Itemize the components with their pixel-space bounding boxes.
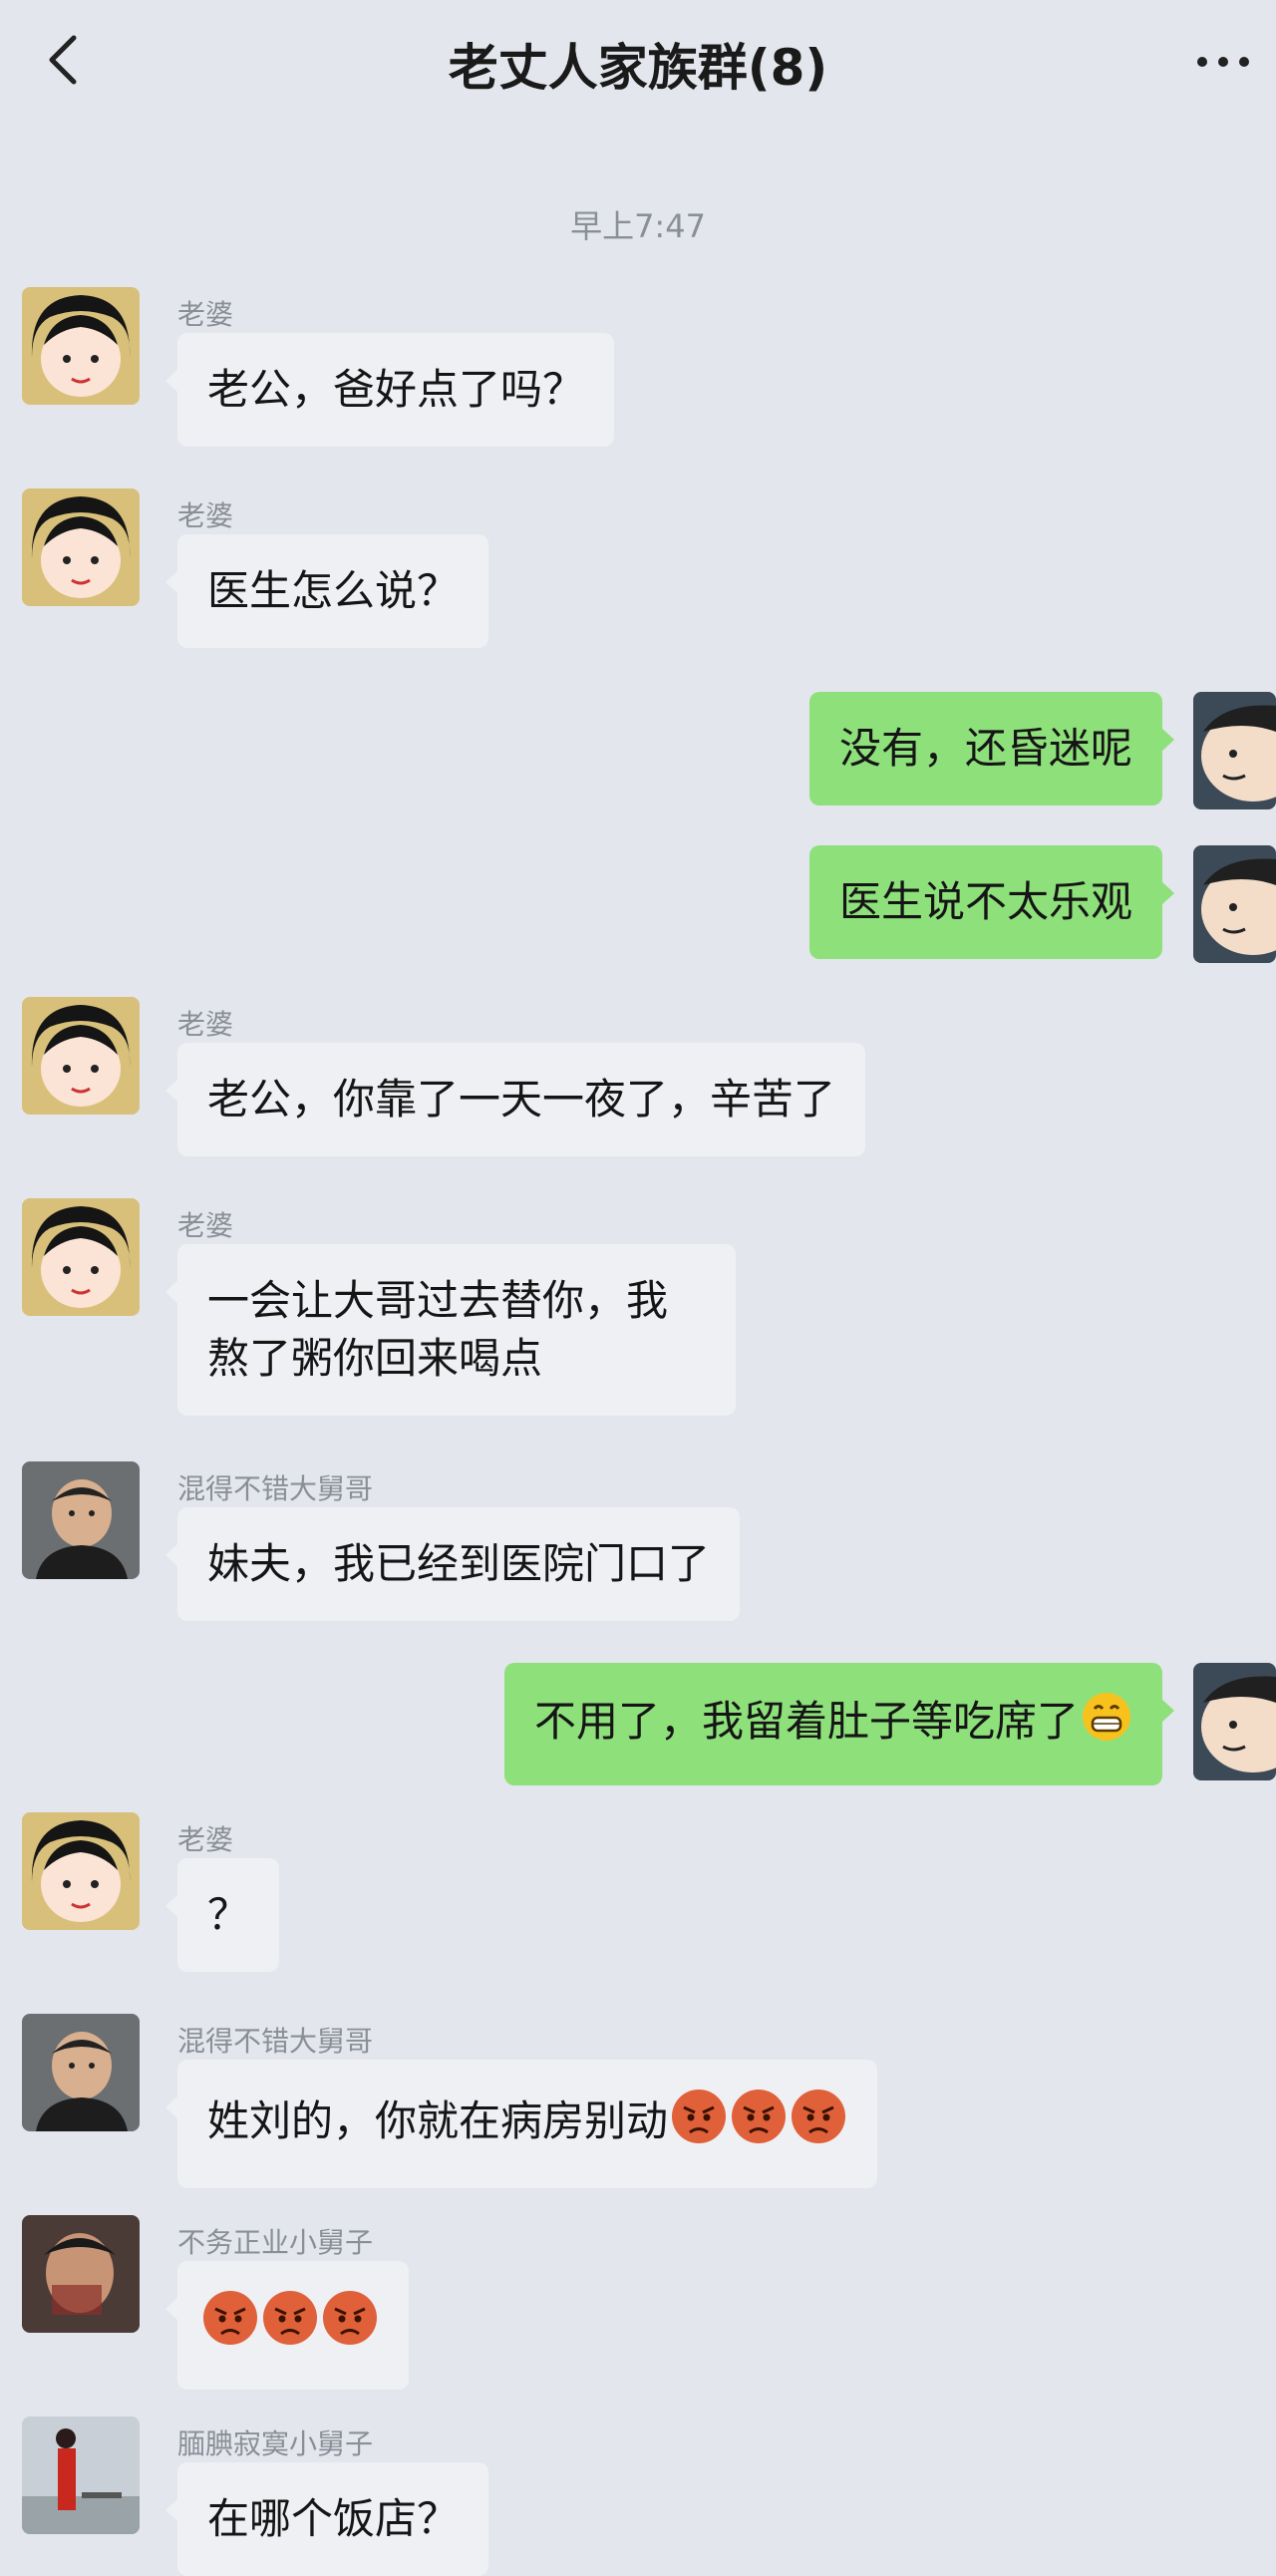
message-bubble[interactable] — [165, 2261, 409, 2390]
message-bubble[interactable]: 老公，爸好点了吗？ — [164, 333, 615, 447]
message-bubble[interactable]: 在哪个饭店？ — [164, 2462, 489, 2576]
chat-title: 老丈人家族群(8) — [448, 39, 828, 97]
sender-name: 老婆 — [177, 499, 234, 532]
avatar-brother-in-law[interactable] — [22, 2014, 140, 2131]
sender-name: 老婆 — [177, 1008, 234, 1041]
avatar-me[interactable] — [1193, 1663, 1276, 1780]
sender-name: 老婆 — [177, 1823, 234, 1856]
sender-name: 腼腆寂寞小舅子 — [177, 2427, 374, 2460]
avatar-wife[interactable] — [22, 997, 140, 1115]
avatar-younger-brother-in-law[interactable] — [22, 2215, 140, 2333]
message-bubble[interactable]: ？ — [164, 1858, 280, 1972]
angry-emoji-icon — [261, 2289, 319, 2362]
sender-name: 老婆 — [177, 1209, 234, 1242]
grin-emoji-icon — [1081, 1691, 1132, 1758]
chat-header: 老丈人家族群(8) — [0, 0, 1276, 128]
more-button[interactable] — [1188, 30, 1258, 90]
message-bubble[interactable]: 老公，你靠了一天一夜了，辛苦了 — [164, 1043, 866, 1156]
angry-emoji-icon — [321, 2289, 379, 2362]
message-bubble[interactable]: 医生说不太乐观 — [808, 845, 1175, 959]
avatar-wife[interactable] — [22, 1198, 140, 1316]
angry-emoji-icon — [670, 2088, 728, 2160]
message-bubble[interactable]: 医生怎么说？ — [164, 534, 489, 648]
avatar-me[interactable] — [1193, 845, 1276, 963]
message-bubble[interactable]: 不用了，我留着肚子等吃席了 — [503, 1663, 1175, 1785]
avatar-brother-in-law[interactable] — [22, 1461, 140, 1579]
avatar-wife[interactable] — [22, 287, 140, 405]
sender-name: 混得不错大舅哥 — [177, 1472, 374, 1505]
avatar-wife[interactable] — [22, 1812, 140, 1930]
message-text: 姓刘的，你就在病房别动 — [207, 2096, 669, 2145]
angry-emoji-icon — [790, 2088, 847, 2160]
sender-name: 混得不错大舅哥 — [177, 2025, 374, 2058]
more-dots-icon — [1197, 57, 1249, 67]
message-bubble[interactable]: 姓刘的，你就在病房别动 — [164, 2060, 878, 2188]
angry-emoji-icon — [730, 2088, 788, 2160]
timestamp: 早上7:47 — [570, 207, 706, 245]
message-bubble[interactable]: 一会让大哥过去替你，我熬了粥你回来喝点 — [165, 1244, 736, 1416]
angry-emoji-icon — [201, 2289, 259, 2362]
sender-name: 不务正业小舅子 — [177, 2226, 374, 2259]
message-bubble[interactable]: 妹夫，我已经到医院门口了 — [164, 1507, 741, 1621]
message-text: 不用了，我留着肚子等吃席了 — [533, 1697, 1079, 1746]
sender-name: 老婆 — [177, 298, 234, 331]
avatar-wife[interactable] — [22, 488, 140, 606]
avatar-me[interactable] — [1193, 692, 1276, 809]
avatar-shy-brother-in-law[interactable] — [22, 2416, 140, 2534]
message-bubble[interactable]: 没有，还昏迷呢 — [808, 692, 1175, 805]
